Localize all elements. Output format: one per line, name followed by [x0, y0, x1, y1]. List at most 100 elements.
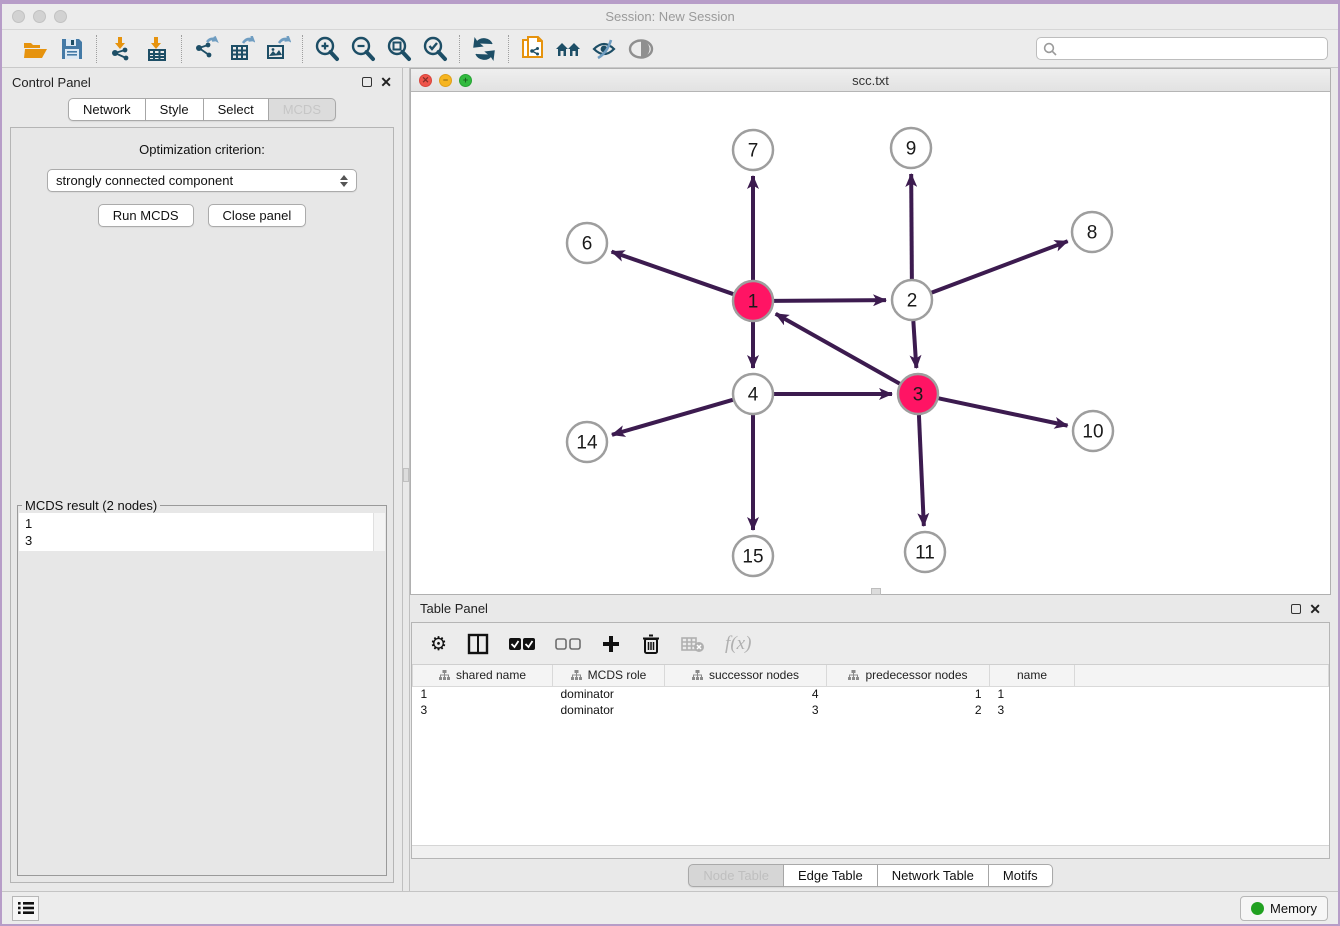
column-header-name[interactable]: name: [990, 665, 1075, 686]
column-header-shared-name[interactable]: shared name: [413, 665, 553, 686]
graph-edge-2-8[interactable]: [932, 241, 1068, 292]
graph-node-label-8: 8: [1087, 223, 1098, 244]
criterion-select[interactable]: strongly connected component: [47, 169, 357, 192]
save-session-button[interactable]: [57, 35, 87, 63]
graph-edge-3-1[interactable]: [776, 314, 900, 384]
zoom-selected-icon: [422, 36, 448, 62]
apply-layout-button[interactable]: [469, 35, 499, 63]
tab-node-table[interactable]: Node Table: [688, 864, 784, 887]
table-cell[interactable]: 3: [990, 702, 1075, 718]
tab-edge-table[interactable]: Edge Table: [784, 864, 878, 887]
graph-edge-1-2[interactable]: [774, 300, 886, 301]
table-cell[interactable]: 4: [665, 686, 827, 702]
hide-selected-button[interactable]: [590, 35, 620, 63]
table-cell[interactable]: 1: [990, 686, 1075, 702]
minimize-window-icon[interactable]: [33, 10, 46, 23]
format-columns-button[interactable]: [467, 633, 489, 655]
table-panel-header: Table Panel ✕: [410, 595, 1331, 622]
graph-edge-1-6[interactable]: [612, 252, 734, 294]
splitter-grip[interactable]: [403, 468, 409, 482]
column-header-MCDS-role[interactable]: MCDS role: [553, 665, 665, 686]
network-maximize-icon[interactable]: +: [459, 74, 472, 87]
close-table-panel-icon[interactable]: ✕: [1309, 604, 1321, 614]
table-settings-button[interactable]: ⚙: [430, 633, 447, 655]
delete-column-button[interactable]: [641, 633, 661, 655]
control-panel-tabs: NetworkStyleSelectMCDS: [2, 98, 402, 121]
delete-table-icon: [681, 635, 705, 653]
tab-style[interactable]: Style: [146, 98, 204, 121]
table-cell[interactable]: 3: [413, 702, 553, 718]
memory-button[interactable]: Memory: [1240, 896, 1328, 921]
tab-motifs[interactable]: Motifs: [989, 864, 1053, 887]
export-image-button[interactable]: [263, 35, 293, 63]
horizontal-splitter-grip[interactable]: [871, 588, 881, 595]
search-input[interactable]: [1061, 42, 1321, 56]
refresh-icon: [471, 36, 497, 62]
trash-icon: [641, 633, 661, 655]
zoom-in-button[interactable]: [312, 35, 342, 63]
tab-mcds[interactable]: MCDS: [269, 98, 336, 121]
close-window-icon[interactable]: [12, 10, 25, 23]
network-close-icon[interactable]: ✕: [419, 74, 432, 87]
table-cell[interactable]: 2: [827, 702, 990, 718]
graph-node-label-9: 9: [906, 139, 917, 160]
maximize-window-icon[interactable]: [54, 10, 67, 23]
export-image-icon: [265, 36, 291, 62]
tab-network-table[interactable]: Network Table: [878, 864, 989, 887]
float-panel-icon[interactable]: [362, 77, 372, 87]
zoom-fit-button[interactable]: [384, 35, 414, 63]
graph-node-label-2: 2: [907, 291, 918, 312]
search-box[interactable]: [1036, 37, 1328, 60]
table-row[interactable]: 3dominator323: [413, 702, 1329, 718]
select-all-rows-button[interactable]: [509, 637, 535, 651]
close-panel-button[interactable]: Close panel: [208, 204, 307, 227]
show-panels-button[interactable]: [12, 896, 39, 921]
graph-edge-3-11[interactable]: [919, 415, 924, 526]
zoom-in-icon: [314, 36, 340, 62]
deselect-all-rows-button[interactable]: [555, 637, 581, 651]
show-hidden-button[interactable]: [626, 35, 656, 63]
network-window-titlebar: ✕ − + scc.txt: [411, 69, 1330, 92]
open-session-button[interactable]: [21, 35, 51, 63]
zoom-selected-button[interactable]: [420, 35, 450, 63]
close-panel-icon[interactable]: ✕: [380, 77, 392, 87]
result-scrollbar[interactable]: [373, 513, 385, 551]
graph-node-label-3: 3: [913, 385, 924, 406]
column-header-predecessor-nodes[interactable]: predecessor nodes: [827, 665, 990, 686]
float-table-panel-icon[interactable]: [1291, 604, 1301, 614]
table-row[interactable]: 1dominator411: [413, 686, 1329, 702]
add-column-button[interactable]: [601, 634, 621, 654]
import-table-icon: [144, 36, 170, 62]
table-cell[interactable]: dominator: [553, 686, 665, 702]
table-horizontal-scrollbar[interactable]: [412, 845, 1329, 858]
graph-node-label-6: 6: [582, 234, 593, 255]
network-minimize-icon[interactable]: −: [439, 74, 452, 87]
window-title: Session: New Session: [2, 9, 1338, 24]
tab-network[interactable]: Network: [68, 98, 146, 121]
graph-node-label-15: 15: [742, 547, 763, 568]
first-neighbors-button[interactable]: [554, 35, 584, 63]
graph-edge-4-14[interactable]: [612, 400, 733, 435]
table-cell[interactable]: 1: [413, 686, 553, 702]
zoom-out-button[interactable]: [348, 35, 378, 63]
table-cell[interactable]: 1: [827, 686, 990, 702]
table-cell[interactable]: dominator: [553, 702, 665, 718]
tab-select[interactable]: Select: [204, 98, 269, 121]
export-table-button[interactable]: [227, 35, 257, 63]
graph-edge-2-3[interactable]: [913, 321, 916, 368]
network-canvas[interactable]: 1234678910111415: [411, 92, 1330, 594]
table-cell[interactable]: 3: [665, 702, 827, 718]
memory-label: Memory: [1270, 901, 1317, 916]
run-mcds-button[interactable]: Run MCDS: [98, 204, 194, 227]
graph-edge-2-9[interactable]: [911, 174, 912, 279]
new-network-from-selection-button[interactable]: [518, 35, 548, 63]
panel-splitter[interactable]: [402, 68, 410, 891]
column-hierarchy-icon: [571, 670, 582, 681]
network-window-title: scc.txt: [411, 73, 1330, 88]
column-header-successor-nodes[interactable]: successor nodes: [665, 665, 827, 686]
export-network-button[interactable]: [191, 35, 221, 63]
import-network-button[interactable]: [106, 35, 136, 63]
import-table-button[interactable]: [142, 35, 172, 63]
houses-icon: [554, 37, 584, 61]
graph-edge-3-10[interactable]: [939, 398, 1068, 425]
